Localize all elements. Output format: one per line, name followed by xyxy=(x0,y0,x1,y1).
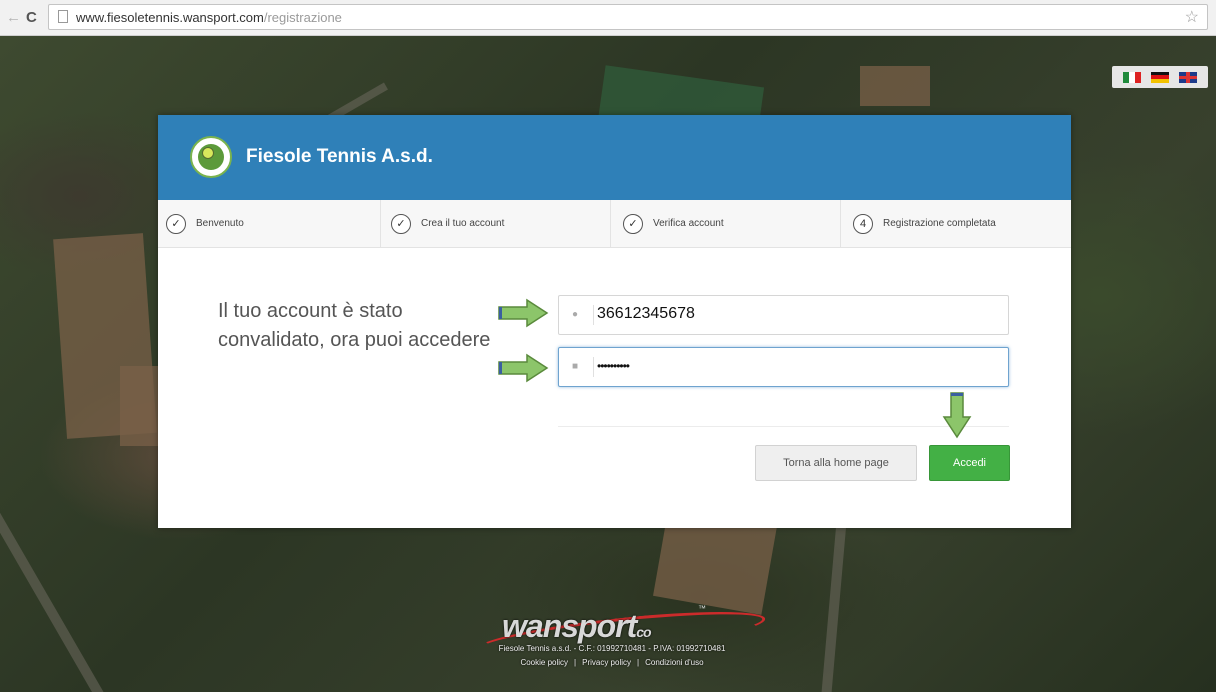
club-name: Fiesole Tennis A.s.d. xyxy=(246,146,433,167)
card-header: Fiesole Tennis A.s.d. xyxy=(158,115,1071,200)
validation-message: Il tuo account è stato convalidato, ora … xyxy=(218,300,491,351)
check-icon: ✓ xyxy=(166,213,186,234)
username-field[interactable]: ● xyxy=(558,295,1009,335)
username-input[interactable] xyxy=(597,305,997,323)
check-icon: ✓ xyxy=(623,213,643,234)
footer: wansportco ™ Fiesole Tennis a.s.d. - C.F… xyxy=(452,602,772,680)
english-flag-icon[interactable] xyxy=(1179,71,1197,83)
password-field[interactable]: ■ xyxy=(558,347,1009,387)
german-flag-icon[interactable] xyxy=(1151,71,1169,83)
arrow-right-icon xyxy=(498,298,549,328)
registration-card: Fiesole Tennis A.s.d. ✓ Benvenuto ✓ Crea… xyxy=(158,115,1071,528)
language-switcher xyxy=(1112,66,1208,88)
home-page-button[interactable]: Torna alla home page xyxy=(755,445,917,481)
page-icon xyxy=(58,10,68,23)
bookmark-star-icon[interactable]: ☆ xyxy=(1185,7,1199,27)
check-icon: ✓ xyxy=(391,213,411,234)
privacy-policy-link[interactable]: Privacy policy xyxy=(582,658,631,667)
footer-legal: Fiesole Tennis a.s.d. - C.F.: 0199271048… xyxy=(498,644,726,653)
step-verifica-account: ✓ Verifica account xyxy=(610,200,840,247)
wansport-logo: wansportco xyxy=(502,608,652,644)
cookie-policy-link[interactable]: Cookie policy xyxy=(520,658,568,667)
registration-steps: ✓ Benvenuto ✓ Crea il tuo account ✓ Veri… xyxy=(158,200,1071,248)
step-benvenuto: ✓ Benvenuto xyxy=(158,200,380,247)
club-logo-icon xyxy=(190,136,232,178)
back-icon[interactable]: ← xyxy=(6,9,21,27)
browser-toolbar: ← C www.fiesoletennis.wansport.com/regis… xyxy=(0,0,1216,36)
step-registrazione-completata: 4 Registrazione completata xyxy=(840,200,1071,247)
user-icon: ● xyxy=(571,309,579,320)
arrow-down-icon xyxy=(942,392,972,439)
step-crea-account: ✓ Crea il tuo account xyxy=(380,200,610,247)
url-text: www.fiesoletennis.wansport.com/registraz… xyxy=(76,10,342,25)
arrow-right-icon xyxy=(498,353,549,383)
terms-link[interactable]: Condizioni d'uso xyxy=(645,658,703,667)
footer-links: Cookie policy | Privacy policy | Condizioni … xyxy=(520,658,704,667)
step-number-icon: 4 xyxy=(853,213,873,234)
reload-icon[interactable]: C xyxy=(26,9,37,27)
lock-icon: ■ xyxy=(571,361,579,372)
login-button[interactable]: Accedi xyxy=(929,445,1010,481)
address-bar[interactable]: www.fiesoletennis.wansport.com/registraz… xyxy=(48,4,1208,30)
italian-flag-icon[interactable] xyxy=(1123,71,1141,83)
password-input[interactable] xyxy=(597,359,997,373)
